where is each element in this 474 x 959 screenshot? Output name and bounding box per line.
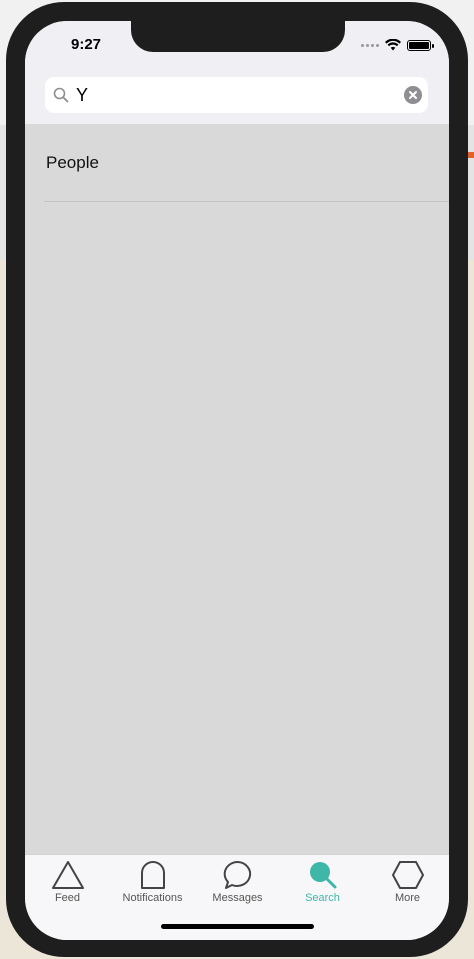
speech-bubble-icon	[223, 860, 251, 889]
phone-screen: 9:27 Y People Feed Notifications Message…	[25, 21, 449, 940]
battery-icon	[407, 39, 434, 51]
results-section-people[interactable]: People	[25, 124, 449, 202]
bell-arch-icon	[140, 861, 165, 889]
section-title: People	[46, 153, 99, 172]
hexagon-icon	[391, 861, 424, 889]
tab-search[interactable]: Search	[280, 855, 365, 911]
divider	[44, 201, 449, 202]
tab-label: More	[394, 892, 421, 904]
tab-more[interactable]: More	[365, 855, 449, 911]
tab-feed[interactable]: Feed	[25, 855, 110, 911]
wifi-icon	[385, 39, 401, 51]
phone-frame: 9:27 Y People Feed Notifications Message…	[6, 2, 468, 957]
triangle-icon	[51, 861, 84, 889]
tab-notifications[interactable]: Notifications	[110, 855, 195, 911]
tab-label: Search	[305, 892, 340, 904]
clear-search-button[interactable]	[404, 86, 422, 104]
phone-notch	[131, 21, 345, 52]
cellular-signal-icon	[361, 43, 379, 47]
status-time: 9:27	[70, 36, 102, 53]
search-input[interactable]: Y	[76, 83, 88, 107]
tab-label: Feed	[54, 892, 81, 904]
search-icon	[53, 87, 69, 103]
tab-label: Notifications	[122, 892, 183, 904]
home-indicator[interactable]	[161, 924, 314, 929]
close-icon	[409, 91, 417, 99]
status-indicators	[361, 39, 434, 51]
tab-label: Messages	[212, 892, 263, 904]
search-icon	[309, 862, 336, 889]
search-bar[interactable]: Y	[45, 77, 428, 113]
tab-messages[interactable]: Messages	[195, 855, 280, 911]
search-results: People	[25, 124, 449, 854]
